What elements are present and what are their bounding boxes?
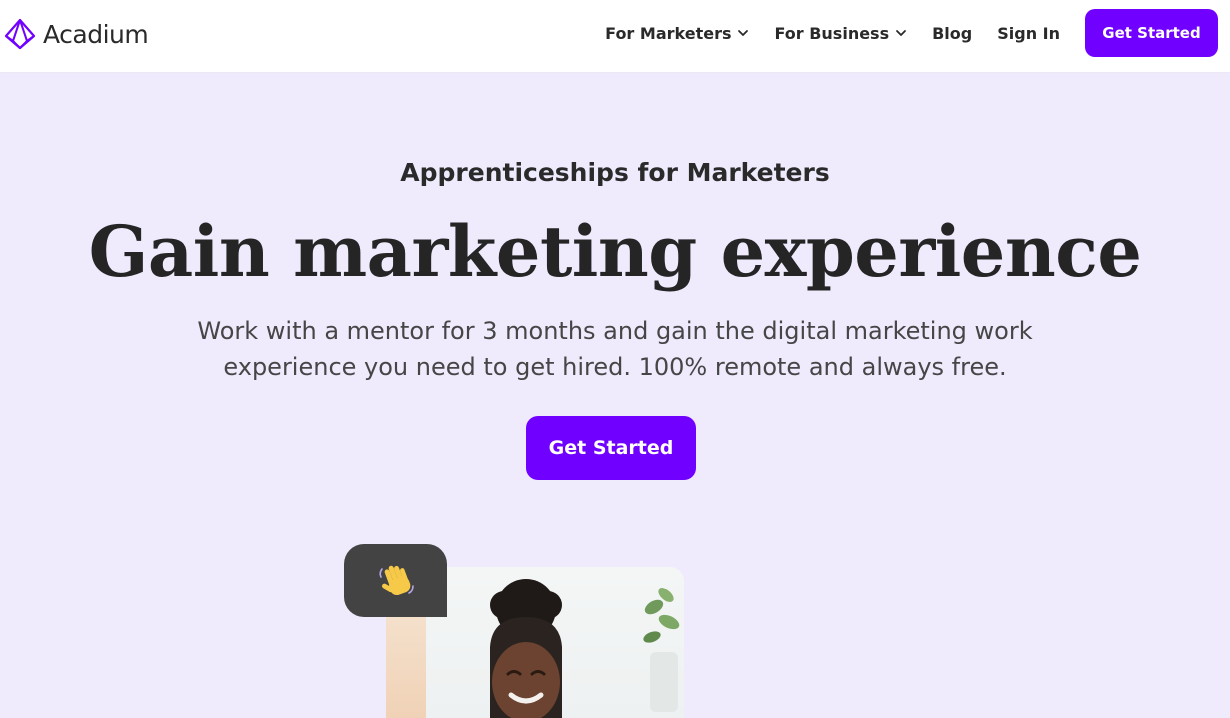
nav-label: For Business <box>774 23 890 43</box>
site-header: Acadium For Marketers For Business Blog … <box>0 0 1230 73</box>
nav-label: For Marketers <box>605 23 732 43</box>
nav-sign-in[interactable]: Sign In <box>997 24 1060 43</box>
acadium-logo-icon <box>4 18 36 50</box>
smiling-woman-photo <box>490 579 562 718</box>
hero-eyebrow: Apprenticeships for Marketers <box>400 158 830 187</box>
nav-for-marketers[interactable]: For Marketers <box>605 24 749 43</box>
greeting-bubble <box>344 544 447 617</box>
hero-headline: Gain marketing experience <box>88 210 1142 293</box>
chevron-down-icon <box>896 30 907 36</box>
logo[interactable]: Acadium <box>3 17 149 51</box>
main-nav: For Marketers For Business Blog Sign In … <box>605 9 1218 57</box>
logo-text: Acadium <box>43 19 149 49</box>
hero-get-started-button[interactable]: Get Started <box>526 416 696 480</box>
nav-blog[interactable]: Blog <box>932 24 972 43</box>
chevron-down-icon <box>738 30 749 36</box>
plant-icon <box>643 588 680 712</box>
nav-for-business[interactable]: For Business <box>774 24 907 43</box>
hero-subhead: Work with a mentor for 3 months and gain… <box>197 317 1033 381</box>
waving-hand-icon <box>378 565 414 595</box>
nav-label: Blog <box>932 23 973 43</box>
header-get-started-button[interactable]: Get Started <box>1085 9 1218 57</box>
nav-label: Sign In <box>997 23 1060 43</box>
